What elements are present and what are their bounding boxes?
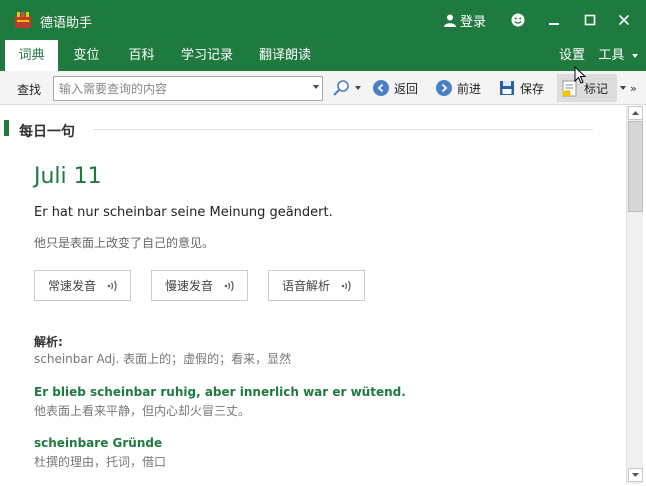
sound-wave-icon bbox=[224, 280, 234, 291]
scrollbar-thumb[interactable] bbox=[628, 121, 643, 212]
login-label: 登录 bbox=[460, 15, 487, 30]
search-box bbox=[53, 76, 323, 101]
example-german: scheinbare Gründe bbox=[34, 436, 163, 450]
minimize-icon bbox=[549, 23, 559, 25]
chevron-down-icon bbox=[355, 86, 361, 90]
example-german: Er blieb scheinbar ruhig, aber innerlich… bbox=[34, 385, 406, 399]
maximize-button[interactable] bbox=[578, 8, 602, 32]
analysis-text: scheinbar Adj. 表面上的；虚假的；看来，显然 bbox=[34, 352, 292, 366]
smiley-icon bbox=[511, 13, 525, 27]
title-bar: 德语助手 登录 bbox=[0, 0, 646, 40]
daily-sentence: Er hat nur scheinbar seine Meinung geänd… bbox=[34, 205, 333, 220]
vertical-scrollbar[interactable] bbox=[626, 106, 643, 484]
chevron-up-icon bbox=[632, 111, 639, 115]
sound-wave-icon bbox=[107, 280, 117, 291]
chevron-down-icon bbox=[632, 473, 639, 477]
close-icon bbox=[618, 14, 630, 26]
app-title: 德语助手 bbox=[40, 16, 93, 31]
voice-analysis-label: 语音解析 bbox=[282, 279, 331, 293]
search-button[interactable] bbox=[332, 77, 361, 99]
save-button[interactable]: 保存 bbox=[499, 77, 544, 99]
overflow-chevron-icon[interactable]: ›› bbox=[630, 82, 637, 95]
tab-dictionary[interactable]: 词典 bbox=[5, 40, 58, 71]
analysis-heading: 解析: bbox=[34, 335, 63, 349]
arrow-left-icon bbox=[373, 80, 389, 96]
section-marker bbox=[4, 120, 9, 136]
tools-menu[interactable]: 工具 bbox=[596, 40, 640, 71]
app-logo-icon bbox=[15, 12, 31, 28]
example-chinese: 杜撰的理由，托词，借口 bbox=[34, 455, 167, 469]
search-icon bbox=[333, 80, 349, 96]
scroll-up-button[interactable] bbox=[628, 106, 643, 120]
tab-encyclopedia[interactable]: 百科 bbox=[115, 40, 168, 71]
save-label: 保存 bbox=[520, 81, 545, 96]
forward-label: 前进 bbox=[457, 81, 482, 96]
section-divider bbox=[93, 129, 593, 130]
minimize-button[interactable] bbox=[542, 8, 566, 32]
mark-label: 标记 bbox=[584, 81, 609, 96]
scroll-down-button[interactable] bbox=[628, 468, 643, 482]
tab-translate-read[interactable]: 翻译朗读 bbox=[248, 40, 322, 71]
back-button[interactable]: 返回 bbox=[373, 77, 418, 99]
voice-analysis-button[interactable]: 语音解析 bbox=[268, 270, 365, 301]
close-button[interactable] bbox=[612, 8, 636, 32]
find-label: 查找 bbox=[17, 83, 42, 97]
search-history-dropdown[interactable] bbox=[313, 85, 319, 89]
tab-bar: 词典 变位 百科 学习记录 翻译朗读 设置 工具 bbox=[0, 40, 646, 71]
login-button[interactable]: 登录 bbox=[444, 11, 486, 30]
daily-date: Juli 11 bbox=[34, 164, 102, 189]
forward-button[interactable]: 前进 bbox=[436, 77, 481, 99]
save-icon bbox=[500, 81, 514, 95]
sound-wave-icon bbox=[341, 280, 351, 291]
slow-speed-button[interactable]: 慢速发音 bbox=[151, 270, 248, 301]
smiley-button[interactable] bbox=[506, 8, 530, 32]
mouse-cursor-icon bbox=[574, 66, 586, 84]
tab-study-records[interactable]: 学习记录 bbox=[170, 40, 244, 71]
tools-label: 工具 bbox=[598, 48, 625, 63]
mark-dropdown-icon[interactable] bbox=[620, 86, 626, 90]
user-icon bbox=[444, 14, 456, 27]
back-label: 返回 bbox=[394, 81, 419, 96]
section-title: 每日一句 bbox=[19, 124, 75, 140]
tab-conjugation[interactable]: 变位 bbox=[60, 40, 113, 71]
maximize-icon bbox=[584, 14, 596, 26]
daily-translation: 他只是表面上改变了自己的意见。 bbox=[34, 236, 215, 250]
toolbar: 查找 返回 前进 保存 bbox=[0, 71, 646, 105]
slow-speed-label: 慢速发音 bbox=[165, 279, 214, 293]
search-input[interactable] bbox=[54, 77, 304, 100]
arrow-right-icon bbox=[436, 80, 452, 96]
normal-speed-button[interactable]: 常速发音 bbox=[34, 270, 131, 301]
normal-speed-label: 常速发音 bbox=[48, 279, 97, 293]
main-content: 每日一句 Juli 11 Er hat nur scheinbar seine … bbox=[0, 106, 626, 484]
example-chinese: 他表面上看来平静，但内心却火冒三丈。 bbox=[34, 404, 251, 418]
chevron-down-icon bbox=[631, 53, 638, 58]
